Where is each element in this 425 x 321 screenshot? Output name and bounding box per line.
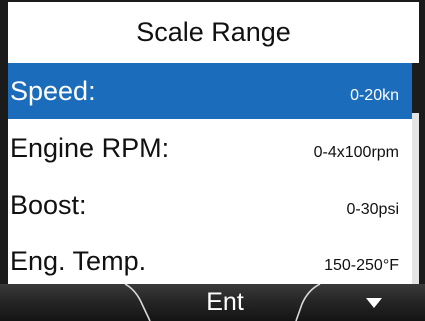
list-item-value: 150-250°F	[324, 257, 399, 274]
list-item-speed[interactable]: Speed: 0-20kn	[8, 63, 412, 119]
list-item-eng-temp[interactable]: Eng. Temp. 150-250°F	[8, 233, 412, 284]
bezel-left	[0, 0, 8, 321]
list-item-value: 0-30psi	[346, 201, 399, 218]
down-arrow-icon	[365, 297, 382, 308]
bezel-right	[419, 0, 425, 321]
enter-softkey-label: Ent	[206, 288, 244, 316]
scale-range-list: Speed: 0-20kn Engine RPM: 0-4x100rpm Boo…	[8, 63, 412, 284]
list-item-label: Boost:	[10, 189, 87, 220]
down-softkey[interactable]	[310, 284, 425, 321]
list-item-label: Engine RPM:	[10, 132, 170, 163]
list-item-label: Speed:	[10, 75, 96, 106]
list-item-boost[interactable]: Boost: 0-30psi	[8, 177, 412, 233]
scale-range-screen: Scale Range Speed: 0-20kn Engine RPM: 0-…	[0, 0, 425, 321]
list-item-value: 0-20kn	[350, 87, 399, 104]
list-item-value: 0-4x100rpm	[313, 144, 399, 161]
scrollbar-thumb[interactable]	[412, 63, 419, 113]
softkey-left[interactable]	[0, 284, 140, 321]
scrollbar[interactable]	[412, 63, 419, 284]
list-item-engine-rpm[interactable]: Engine RPM: 0-4x100rpm	[8, 120, 412, 176]
page-title: Scale Range	[8, 2, 419, 64]
page-title-text: Scale Range	[136, 17, 291, 47]
softkey-bar: Ent	[0, 284, 425, 321]
list-item-label: Eng. Temp.	[10, 245, 147, 276]
enter-softkey[interactable]: Ent	[140, 284, 310, 321]
